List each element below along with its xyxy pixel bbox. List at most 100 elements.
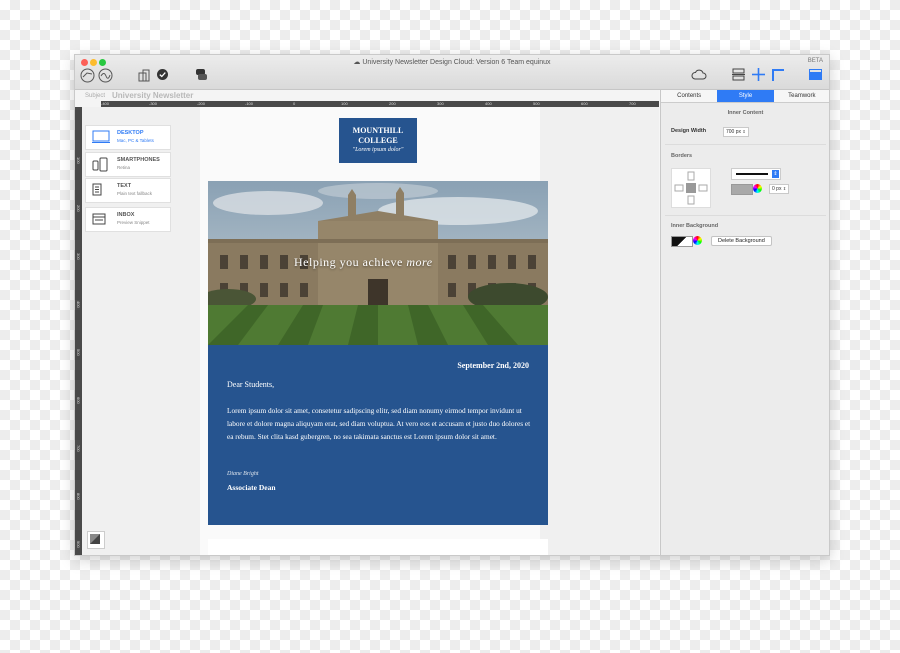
vertical-ruler: 100 200 300 400 500 600 700 800 900 bbox=[75, 107, 82, 555]
tab-teamwork[interactable]: Teamwork bbox=[774, 90, 829, 102]
dropdown-arrow-icon: ⇕ bbox=[772, 170, 779, 178]
ruler-tick-label: 100 bbox=[76, 157, 81, 164]
device-inbox-label: INBOX bbox=[117, 212, 135, 218]
insert-block-icon[interactable] bbox=[731, 67, 745, 81]
ruler-tick-label: 900 bbox=[76, 541, 81, 548]
border-color-swatch[interactable] bbox=[731, 184, 753, 195]
hero-image[interactable]: Helping you achieve more bbox=[208, 181, 548, 345]
cloud-icon[interactable] bbox=[691, 68, 707, 80]
divider bbox=[665, 144, 826, 145]
ruler-tick-label: 100 bbox=[341, 101, 348, 106]
device-inbox-sub: Preview Snippet bbox=[117, 220, 150, 225]
college-logo[interactable]: MOUNTHILL COLLEGE "Lorem ipsum dolor" bbox=[339, 118, 417, 163]
ruler-tick-label: 700 bbox=[629, 101, 636, 106]
color-wheel-icon[interactable] bbox=[693, 236, 702, 245]
design-width-input[interactable]: 700 px ⇕ bbox=[723, 127, 749, 137]
letter-date: September 2nd, 2020 bbox=[457, 361, 529, 370]
subject-input[interactable]: University Newsletter bbox=[112, 91, 193, 100]
desktop-icon bbox=[92, 130, 110, 149]
ruler-tick-label: 400 bbox=[76, 301, 81, 308]
device-inbox[interactable]: INBOX Preview Snippet bbox=[85, 207, 171, 232]
background-color-swatch[interactable] bbox=[671, 236, 693, 247]
ruler-tick-label: 400 bbox=[485, 101, 492, 106]
ruler-tick-label: -100 bbox=[245, 101, 254, 106]
cloud-small-icon: ☁ bbox=[353, 59, 361, 66]
next-email-block[interactable] bbox=[208, 539, 548, 555]
tab-contents[interactable]: Contents bbox=[661, 90, 717, 102]
ruler-tick-label: -300 bbox=[149, 101, 158, 106]
chat-icon[interactable] bbox=[194, 67, 208, 81]
delete-background-button[interactable]: Delete Background bbox=[711, 236, 772, 246]
device-smartphones-label: SMARTPHONES bbox=[117, 157, 160, 163]
hero-headline: Helping you achieve more bbox=[294, 255, 433, 270]
border-width-value: 0 px bbox=[772, 186, 782, 192]
inner-background-title: Inner Background bbox=[671, 223, 719, 229]
divider bbox=[665, 215, 826, 216]
smartphone-icon bbox=[92, 157, 108, 177]
app-window: ☁ University Newsletter Design Cloud: Ve… bbox=[74, 54, 830, 556]
add-icon[interactable] bbox=[751, 67, 765, 81]
letter-greeting: Dear Students, bbox=[227, 380, 275, 389]
border-width-input[interactable]: 0 px ⇕ bbox=[769, 184, 790, 194]
inspector-tabs: Contents Style Teamwork bbox=[661, 90, 829, 103]
inbox-icon bbox=[92, 212, 106, 230]
device-smartphones-sub: Retina bbox=[117, 165, 131, 170]
logo-line-2: COLLEGE bbox=[358, 136, 398, 145]
letter-body: Lorem ipsum dolor sit amet, consetetur s… bbox=[227, 406, 531, 441]
ruler-tick-label: 300 bbox=[437, 101, 444, 106]
border-style-select[interactable]: ⇕ bbox=[731, 168, 781, 180]
borders-title: Borders bbox=[671, 153, 693, 159]
preview-toggle-button[interactable] bbox=[87, 531, 105, 549]
checkmark-icon[interactable] bbox=[156, 68, 168, 80]
ruler-tick-label: 700 bbox=[76, 445, 81, 452]
tab-style[interactable]: Style bbox=[717, 90, 774, 102]
design-canvas: DESKTOP Mac, PC & Tablets SMARTPHONES Re… bbox=[82, 107, 659, 555]
device-desktop[interactable]: DESKTOP Mac, PC & Tablets bbox=[85, 125, 171, 150]
ruler-tick-label: 500 bbox=[76, 349, 81, 356]
design-width-label: Design Width bbox=[671, 128, 707, 134]
ruler-tick-label: -200 bbox=[197, 101, 206, 106]
device-text-label: TEXT bbox=[117, 183, 132, 189]
ruler-tick-label: 800 bbox=[76, 493, 81, 500]
border-sides-icon bbox=[674, 171, 708, 205]
email-preview: MOUNTHILL COLLEGE "Lorem ipsum dolor" He… bbox=[200, 107, 548, 555]
ruler-tick-label: 500 bbox=[533, 101, 540, 106]
device-desktop-label: DESKTOP bbox=[117, 130, 144, 136]
ruler-tick-label: -400 bbox=[101, 101, 110, 106]
ruler-tick-label: 600 bbox=[581, 101, 588, 106]
layout-icon[interactable] bbox=[137, 67, 151, 83]
design-badge-icon[interactable] bbox=[79, 67, 95, 83]
solid-line-icon bbox=[736, 173, 768, 175]
letter-block[interactable]: September 2nd, 2020 Dear Students, Lorem… bbox=[208, 345, 548, 525]
logo-tagline: "Lorem ipsum dolor" bbox=[352, 147, 404, 153]
corner-icon[interactable] bbox=[770, 67, 784, 81]
ruler-tick-label: 0 bbox=[293, 101, 296, 106]
stepper-arrows-icon[interactable]: ⇕ bbox=[783, 186, 786, 191]
device-text[interactable]: TEXT Plain text fallback bbox=[85, 178, 171, 203]
design-width-value: 700 px bbox=[726, 129, 742, 135]
border-sides-selector[interactable] bbox=[671, 168, 711, 208]
inner-content-title: Inner Content bbox=[727, 110, 764, 116]
letter-signer-title: Associate Dean bbox=[227, 483, 276, 492]
logo-line-1: MOUNTHILL bbox=[352, 126, 404, 135]
window-title-text: University Newsletter Design Cloud: Vers… bbox=[362, 59, 551, 66]
ruler-tick-label: 200 bbox=[389, 101, 396, 106]
letter-signature: Diane Bright bbox=[227, 471, 259, 477]
hero-headline-script: more bbox=[406, 255, 433, 269]
window-title: ☁ University Newsletter Design Cloud: Ve… bbox=[75, 58, 829, 66]
inspector-panel: Contents Style Teamwork Inner Content De… bbox=[660, 90, 829, 555]
device-smartphones[interactable]: SMARTPHONES Retina bbox=[85, 152, 171, 177]
color-wheel-icon[interactable] bbox=[753, 184, 762, 193]
device-text-sub: Plain text fallback bbox=[117, 191, 153, 196]
hero-headline-text: Helping you achieve bbox=[294, 255, 403, 269]
ruler-tick-label: 600 bbox=[76, 397, 81, 404]
subject-label: Subject bbox=[85, 93, 106, 99]
signature-badge-icon[interactable] bbox=[97, 67, 113, 83]
preview-toggle-icon bbox=[90, 534, 100, 544]
beta-badge: BETA bbox=[807, 58, 823, 64]
text-doc-icon bbox=[92, 183, 102, 201]
device-desktop-sub: Mac, PC & Tablets bbox=[117, 138, 154, 143]
sidebar-toggle-icon[interactable] bbox=[808, 68, 822, 80]
ruler-tick-label: 300 bbox=[76, 253, 81, 260]
stepper-arrows-icon[interactable]: ⇕ bbox=[742, 129, 745, 134]
